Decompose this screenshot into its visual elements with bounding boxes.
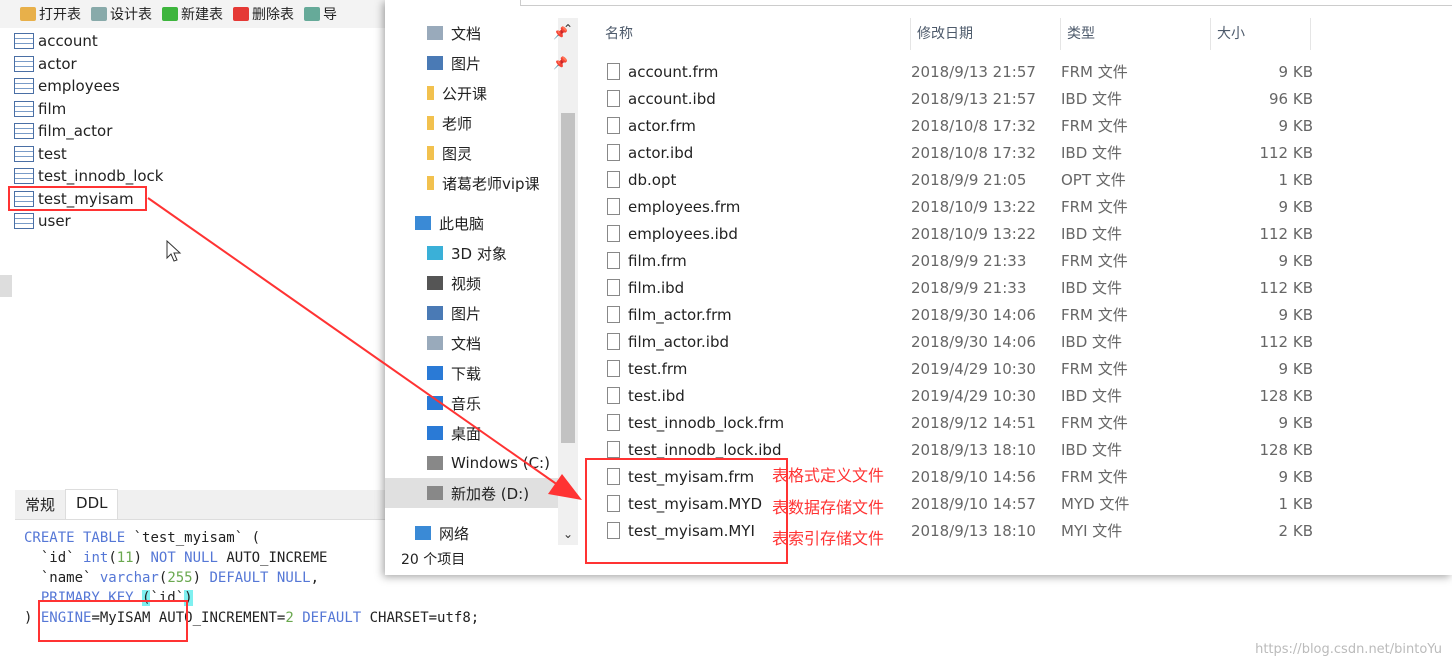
watermark: https://blog.csdn.net/bintoYu [1255,642,1442,657]
note-format: 表格式定义文件 [772,466,885,485]
note-index: 表索引存储文件 [772,529,885,548]
mouse-cursor-icon [166,240,182,262]
note-data: 表数据存储文件 [772,498,885,517]
annotation-arrow [147,197,582,500]
